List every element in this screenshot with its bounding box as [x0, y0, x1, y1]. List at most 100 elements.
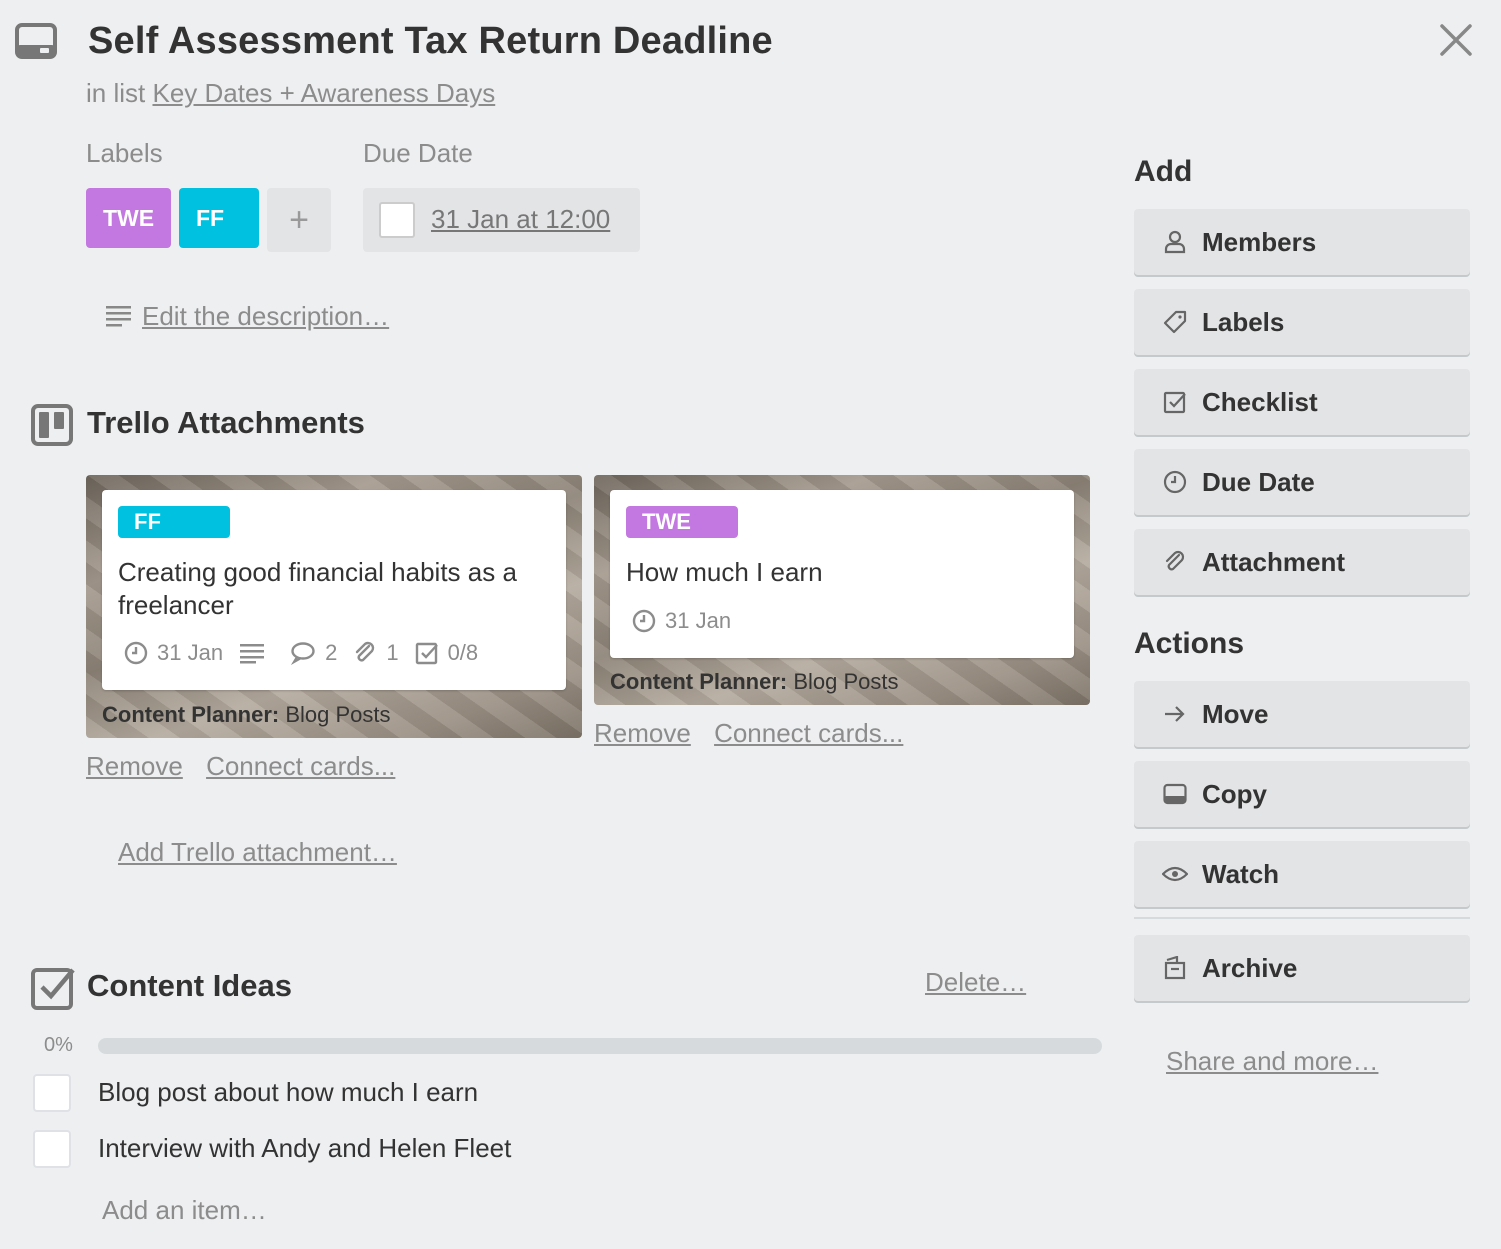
label-chip-twe[interactable]: TWE [86, 188, 171, 248]
sidebar-divider [1134, 917, 1470, 919]
board-name: Content Planner: [610, 669, 788, 694]
connect-cards-link[interactable]: Connect cards... [206, 751, 395, 781]
checklist-title[interactable]: Content Ideas [87, 968, 292, 1004]
watch-button[interactable]: Watch [1134, 841, 1470, 907]
checklist-item-checkbox[interactable] [33, 1130, 71, 1168]
checklist-icon [31, 966, 75, 1010]
description-icon [106, 305, 132, 327]
remove-attachment-link[interactable]: Remove [86, 751, 183, 781]
mini-card-title-line: Creating good financial habits as a [118, 557, 517, 587]
connect-cards-link[interactable]: Connect cards... [714, 718, 903, 748]
clock-icon [1162, 469, 1188, 495]
card-icon [1162, 781, 1188, 807]
due-date-value[interactable]: 31 Jan at 12:00 [431, 204, 610, 235]
checklist-item-text[interactable]: Blog post about how much I earn [98, 1077, 478, 1108]
label-chip-ff[interactable]: FF [179, 188, 259, 248]
add-label-button[interactable]: + [267, 188, 331, 252]
archive-button-label: Archive [1202, 952, 1298, 983]
description-badge [239, 642, 274, 664]
board-list-name: Content Planner: Blog Posts [610, 669, 899, 695]
checklist-progress-bar [98, 1038, 1102, 1054]
checkbox-icon [415, 641, 448, 665]
labels-heading: Labels [86, 138, 163, 168]
edit-description-link[interactable]: Edit the description… [142, 301, 389, 332]
attachment-actions: Remove Connect cards... [594, 718, 919, 749]
mini-card-title-line: freelancer [118, 590, 234, 620]
attachment-button[interactable]: Attachment [1134, 529, 1470, 595]
add-trello-attachment-link[interactable]: Add Trello attachment… [118, 837, 397, 868]
checklist-count: 0/8 [447, 640, 479, 665]
checklist-item-checkbox[interactable] [33, 1074, 71, 1112]
remove-attachment-link[interactable]: Remove [594, 718, 691, 748]
clock-icon [124, 641, 157, 665]
paperclip-icon [353, 641, 386, 665]
copy-button[interactable]: Copy [1134, 761, 1470, 827]
members-button[interactable]: Members [1134, 209, 1470, 275]
checklist-button[interactable]: Checklist [1134, 369, 1470, 435]
attachments-count: 1 [386, 640, 399, 665]
copy-button-label: Copy [1202, 778, 1267, 809]
due-complete-checkbox[interactable] [379, 202, 415, 238]
mini-card-badges: 31 Jan 2 1 0/8 [124, 640, 494, 666]
comments-count: 2 [325, 640, 338, 665]
tag-icon [1162, 309, 1188, 335]
archive-button[interactable]: Archive [1134, 935, 1470, 1001]
watch-button-label: Watch [1202, 858, 1280, 889]
in-list-prefix: in list [86, 78, 146, 108]
board-name: Content Planner: [102, 702, 280, 727]
mini-card[interactable]: FF Creating good financial habits as a f… [102, 490, 566, 690]
list-name-link[interactable]: Key Dates + Awareness Days [152, 78, 495, 108]
checklist-percent: 0% [44, 1034, 73, 1056]
due-date-button[interactable]: Due Date [1134, 449, 1470, 515]
card-icon [14, 22, 58, 60]
due-date-badge[interactable]: 31 Jan at 12:00 [363, 188, 640, 252]
due-badge-text: 31 Jan [157, 640, 224, 665]
checklist-button-label: Checklist [1202, 386, 1318, 417]
due-badge-text: 31 Jan [665, 608, 732, 633]
due-badge: 31 Jan [124, 640, 223, 666]
paperclip-icon [1162, 549, 1188, 575]
checklist-badge: 0/8 [415, 640, 479, 666]
actions-heading: Actions [1134, 627, 1245, 660]
attachment-card-preview[interactable]: TWE How much I earn 31 Jan Content Plann… [594, 475, 1090, 705]
person-icon [1162, 229, 1188, 255]
comments-badge: 2 [290, 640, 337, 666]
due-date-button-label: Due Date [1202, 466, 1315, 497]
checklist-item-text[interactable]: Interview with Andy and Helen Fleet [98, 1133, 511, 1164]
mini-card-title: How much I earn [626, 556, 823, 589]
checkbox-icon [1162, 389, 1188, 415]
move-button[interactable]: Move [1134, 681, 1470, 747]
clock-icon [632, 609, 665, 633]
list-name: Blog Posts [285, 702, 391, 727]
comment-icon [290, 641, 325, 665]
due-badge: 31 Jan [632, 608, 731, 634]
list-name: Blog Posts [793, 669, 899, 694]
mini-card-label: FF [118, 506, 230, 538]
share-and-more-link[interactable]: Share and more… [1166, 1046, 1378, 1077]
attachments-title: Trello Attachments [87, 405, 365, 440]
delete-checklist-link[interactable]: Delete… [925, 967, 1026, 998]
trello-board-icon [31, 404, 73, 446]
add-checklist-item[interactable]: Add an item… [102, 1195, 267, 1226]
list-breadcrumb: in list Key Dates + Awareness Days [86, 78, 495, 109]
attachment-card-preview[interactable]: FF Creating good financial habits as a f… [86, 475, 582, 738]
attachments-badge: 1 [353, 640, 399, 666]
mini-card-badges: 31 Jan [632, 608, 747, 634]
mini-card[interactable]: TWE How much I earn 31 Jan [610, 490, 1074, 658]
attachment-button-label: Attachment [1202, 546, 1346, 577]
close-icon[interactable] [1438, 22, 1474, 58]
attachment-actions: Remove Connect cards... [86, 751, 411, 782]
card-title[interactable]: Self Assessment Tax Return Deadline [88, 20, 773, 63]
due-date-heading: Due Date [363, 138, 473, 168]
board-list-name: Content Planner: Blog Posts [102, 702, 391, 728]
mini-card-title: Creating good financial habits as a free… [118, 556, 517, 622]
description-icon [239, 642, 274, 664]
eye-icon [1162, 861, 1188, 887]
add-heading: Add [1134, 155, 1193, 188]
mini-card-label: TWE [626, 506, 738, 538]
labels-button[interactable]: Labels [1134, 289, 1470, 355]
arrow-right-icon [1162, 701, 1188, 727]
mini-card-title-line: How much I earn [626, 557, 823, 587]
move-button-label: Move [1202, 698, 1269, 729]
archive-icon [1162, 955, 1188, 981]
